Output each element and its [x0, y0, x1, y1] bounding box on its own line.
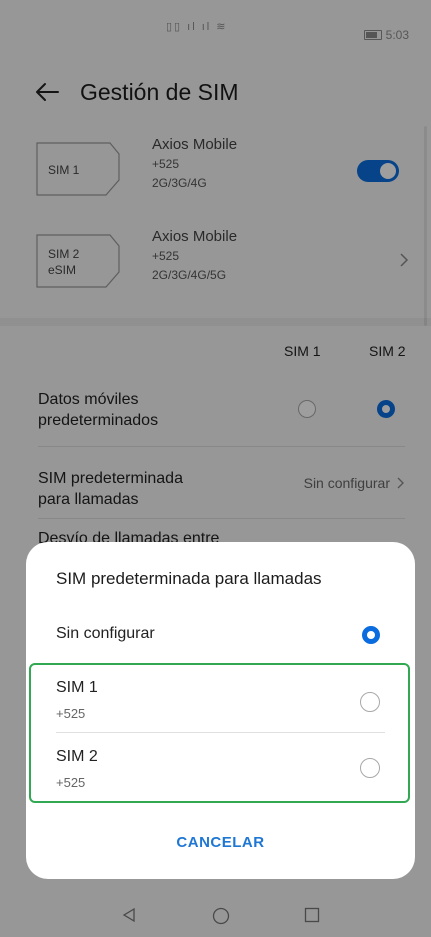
option-sim1-radio[interactable]	[360, 692, 380, 712]
option-label: Sin configurar	[56, 625, 155, 642]
dialog-title: SIM predeterminada para llamadas	[56, 569, 322, 588]
option-label: SIM 2	[56, 748, 98, 765]
option-divider	[56, 732, 385, 733]
option-sim2-radio[interactable]	[360, 758, 380, 778]
option-number: +525	[56, 775, 86, 790]
option-number: +525	[56, 706, 86, 721]
sim-management-screen: ▯▯ ıl ıl ≋ 5:03 Gestión de SIM SIM 1 Axi…	[0, 0, 431, 937]
sim-for-calls-dialog: SIM predeterminada para llamadas Sin con…	[26, 542, 415, 879]
option-none-radio[interactable]	[362, 626, 380, 644]
option-label: SIM 1	[56, 679, 98, 696]
cancel-button[interactable]: CANCELAR	[26, 834, 415, 851]
